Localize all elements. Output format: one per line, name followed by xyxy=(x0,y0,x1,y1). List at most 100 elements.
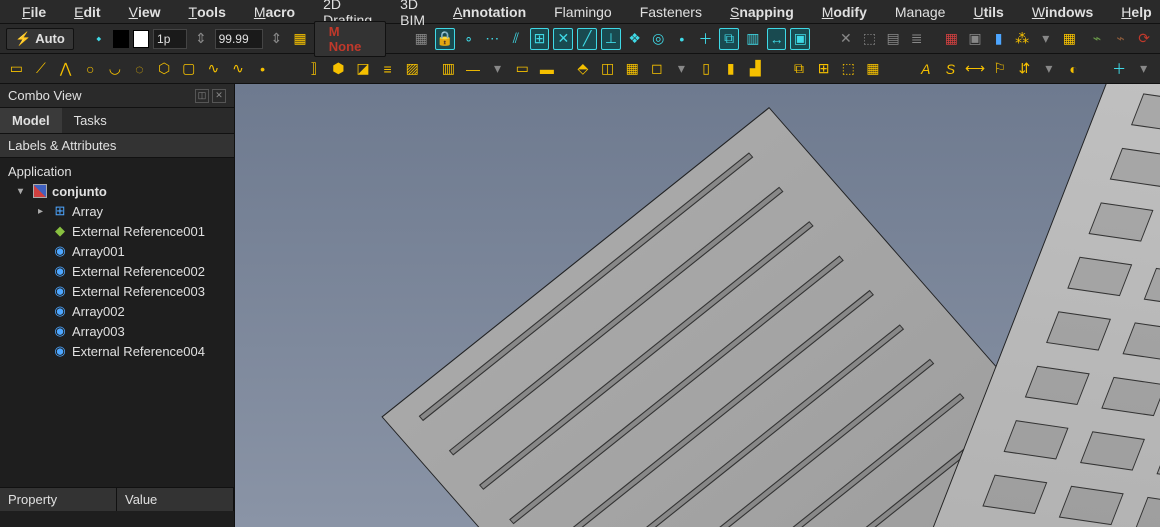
bim-dropdown-icon[interactable]: ▾ xyxy=(487,58,508,80)
bim-lib-icon[interactable]: ▯ xyxy=(696,58,717,80)
tab-tasks[interactable]: Tasks xyxy=(62,108,119,133)
bim-wall-icon[interactable]: ▥ xyxy=(438,58,459,80)
bim-project-icon[interactable]: ⟧ xyxy=(303,58,324,80)
line-color-swatch[interactable] xyxy=(113,30,129,48)
snap-add-icon[interactable]: ＋ xyxy=(696,28,716,50)
bim-box-icon[interactable]: ◻ xyxy=(647,58,668,80)
snap-grid2-icon[interactable]: ⊞ xyxy=(530,28,550,50)
bim-stairs-icon[interactable]: ▟ xyxy=(745,58,766,80)
ann-dropdown-icon[interactable]: ▾ xyxy=(1039,58,1060,80)
polygon-icon[interactable]: ⬡ xyxy=(154,58,175,80)
tree-application[interactable]: Application xyxy=(0,162,234,181)
ext-tool3-icon[interactable]: ⟳ xyxy=(1134,28,1154,50)
mod-copy-icon[interactable]: ⧉ xyxy=(789,58,810,80)
ellipse-icon[interactable]: ◌ xyxy=(129,58,150,80)
render4-icon[interactable]: ⁂ xyxy=(1012,28,1032,50)
scale-input[interactable] xyxy=(215,29,263,49)
bim-site-icon[interactable]: ⬢ xyxy=(328,58,349,80)
tree-document[interactable]: ▾ conjunto xyxy=(0,181,234,201)
tree-item-array002[interactable]: ◉ Array002 xyxy=(0,301,234,321)
ann-text-icon[interactable]: A xyxy=(916,58,937,80)
menu-file[interactable]: File xyxy=(8,1,60,23)
none-button[interactable]: M None xyxy=(314,21,386,57)
bspline-icon[interactable]: ∿ xyxy=(203,58,224,80)
render6-icon[interactable]: ▦ xyxy=(1060,28,1080,50)
scale-stepper-icon[interactable]: ⇕ xyxy=(267,28,287,50)
bim-space-icon[interactable]: ▨ xyxy=(402,58,423,80)
ann-section-icon[interactable]: ◐ xyxy=(1063,58,1084,80)
rect-icon[interactable]: ▢ xyxy=(178,58,199,80)
tree-item-array[interactable]: ▸ ⊞ Array xyxy=(0,201,234,221)
ann-dim-icon[interactable]: ⟷ xyxy=(965,58,986,80)
fontsize-input[interactable] xyxy=(153,29,187,49)
part-icon[interactable]: ▤ xyxy=(883,28,903,50)
mod-cut-icon[interactable]: ⬚ xyxy=(838,58,859,80)
snap-intersect-icon[interactable]: ✕ xyxy=(553,28,573,50)
render3-icon[interactable]: ▮ xyxy=(989,28,1009,50)
ext-tool2-icon[interactable]: ⌁ xyxy=(1111,28,1131,50)
panel-close-icon[interactable]: ✕ xyxy=(212,89,226,103)
stack-icon[interactable]: ≣ xyxy=(907,28,927,50)
bim-level-icon[interactable]: ≡ xyxy=(377,58,398,80)
tab-model[interactable]: Model xyxy=(0,108,62,133)
snap-extension-icon[interactable]: ╱ xyxy=(577,28,597,50)
box-icon[interactable]: ⬚ xyxy=(860,28,880,50)
render2-icon[interactable]: ▣ xyxy=(965,28,985,50)
menu-snapping[interactable]: Snapping xyxy=(716,1,808,23)
bim-panel-icon[interactable]: ◫ xyxy=(597,58,618,80)
menu-view[interactable]: View xyxy=(115,1,175,23)
wire-icon[interactable]: ⟋ xyxy=(31,58,52,80)
labels-attributes-header[interactable]: Labels & Attributes xyxy=(0,134,234,158)
render1-icon[interactable]: ▦ xyxy=(942,28,962,50)
auto-button[interactable]: ⚡ Auto xyxy=(6,28,74,50)
snap-lock-icon[interactable]: 🔒 xyxy=(435,28,455,50)
ann-shape-icon[interactable]: S xyxy=(940,58,961,80)
plane-icon[interactable]: ⬩ xyxy=(89,28,109,50)
3d-viewport[interactable] xyxy=(235,84,1160,527)
menu-modify[interactable]: Modify xyxy=(808,1,881,23)
tree-item-array001[interactable]: ◉ Array001 xyxy=(0,241,234,261)
tree-item-extref004[interactable]: ◉ External Reference004 xyxy=(0,341,234,361)
polyline-icon[interactable]: ⋀ xyxy=(55,58,76,80)
snap-grid-icon[interactable]: ▦ xyxy=(411,28,431,50)
bim-slab-icon[interactable]: ▬ xyxy=(537,58,558,80)
nav-add-icon[interactable]: ＋ xyxy=(1109,58,1130,80)
snap-special-icon[interactable]: ⧉ xyxy=(719,28,739,50)
fill-color-swatch[interactable] xyxy=(133,30,149,48)
value-column-header[interactable]: Value xyxy=(117,488,234,511)
tree-item-extref003[interactable]: ◉ External Reference003 xyxy=(0,281,234,301)
bim-frame-icon[interactable]: ▦ xyxy=(622,58,643,80)
snap-near-icon[interactable]: ▥ xyxy=(743,28,763,50)
construction-mode-icon[interactable]: ▦ xyxy=(290,28,310,50)
tools-icon[interactable]: ✕ xyxy=(836,28,856,50)
snap-parallel-icon[interactable]: ⫽ xyxy=(506,28,526,50)
bezier-icon[interactable]: ∿ xyxy=(228,58,249,80)
arc-icon[interactable]: ◡ xyxy=(105,58,126,80)
bim-beam-icon[interactable]: — xyxy=(463,58,484,80)
point-icon[interactable]: • xyxy=(252,58,273,80)
menu-utils[interactable]: Utils xyxy=(959,1,1017,23)
snap-wp-icon[interactable]: ▣ xyxy=(790,28,810,50)
snap-angle-icon[interactable]: ❖ xyxy=(625,28,645,50)
menu-3d-bim[interactable]: 3D BIM xyxy=(386,0,439,31)
snap-midpoint-icon[interactable]: ⋯ xyxy=(482,28,502,50)
menu-macro[interactable]: Macro xyxy=(240,1,309,23)
tree-item-extref002[interactable]: ◉ External Reference002 xyxy=(0,261,234,281)
bim-dropdown2-icon[interactable]: ▾ xyxy=(671,58,692,80)
tree-item-extref001[interactable]: ◆ External Reference001 xyxy=(0,221,234,241)
menu-edit[interactable]: Edit xyxy=(60,1,114,23)
bim-comp-icon[interactable]: ▮ xyxy=(720,58,741,80)
snap-endpoint-icon[interactable]: ∘ xyxy=(459,28,479,50)
snap-center-icon[interactable]: ◎ xyxy=(648,28,668,50)
bim-building-icon[interactable]: ◪ xyxy=(353,58,374,80)
menu-flamingo[interactable]: Flamingo xyxy=(540,1,626,23)
line-icon[interactable]: ▭ xyxy=(6,58,27,80)
menu-windows[interactable]: Windows xyxy=(1018,1,1107,23)
menu-help[interactable]: Help xyxy=(1107,1,1160,23)
menu-annotation[interactable]: Annotation xyxy=(439,1,540,23)
nav-dropdown-icon[interactable]: ▾ xyxy=(1133,58,1154,80)
circle-icon[interactable]: ○ xyxy=(80,58,101,80)
menu-manage[interactable]: Manage xyxy=(881,1,960,23)
menu-tools[interactable]: Tools xyxy=(175,1,240,23)
fontsize-stepper-icon[interactable]: ⇕ xyxy=(191,28,211,50)
